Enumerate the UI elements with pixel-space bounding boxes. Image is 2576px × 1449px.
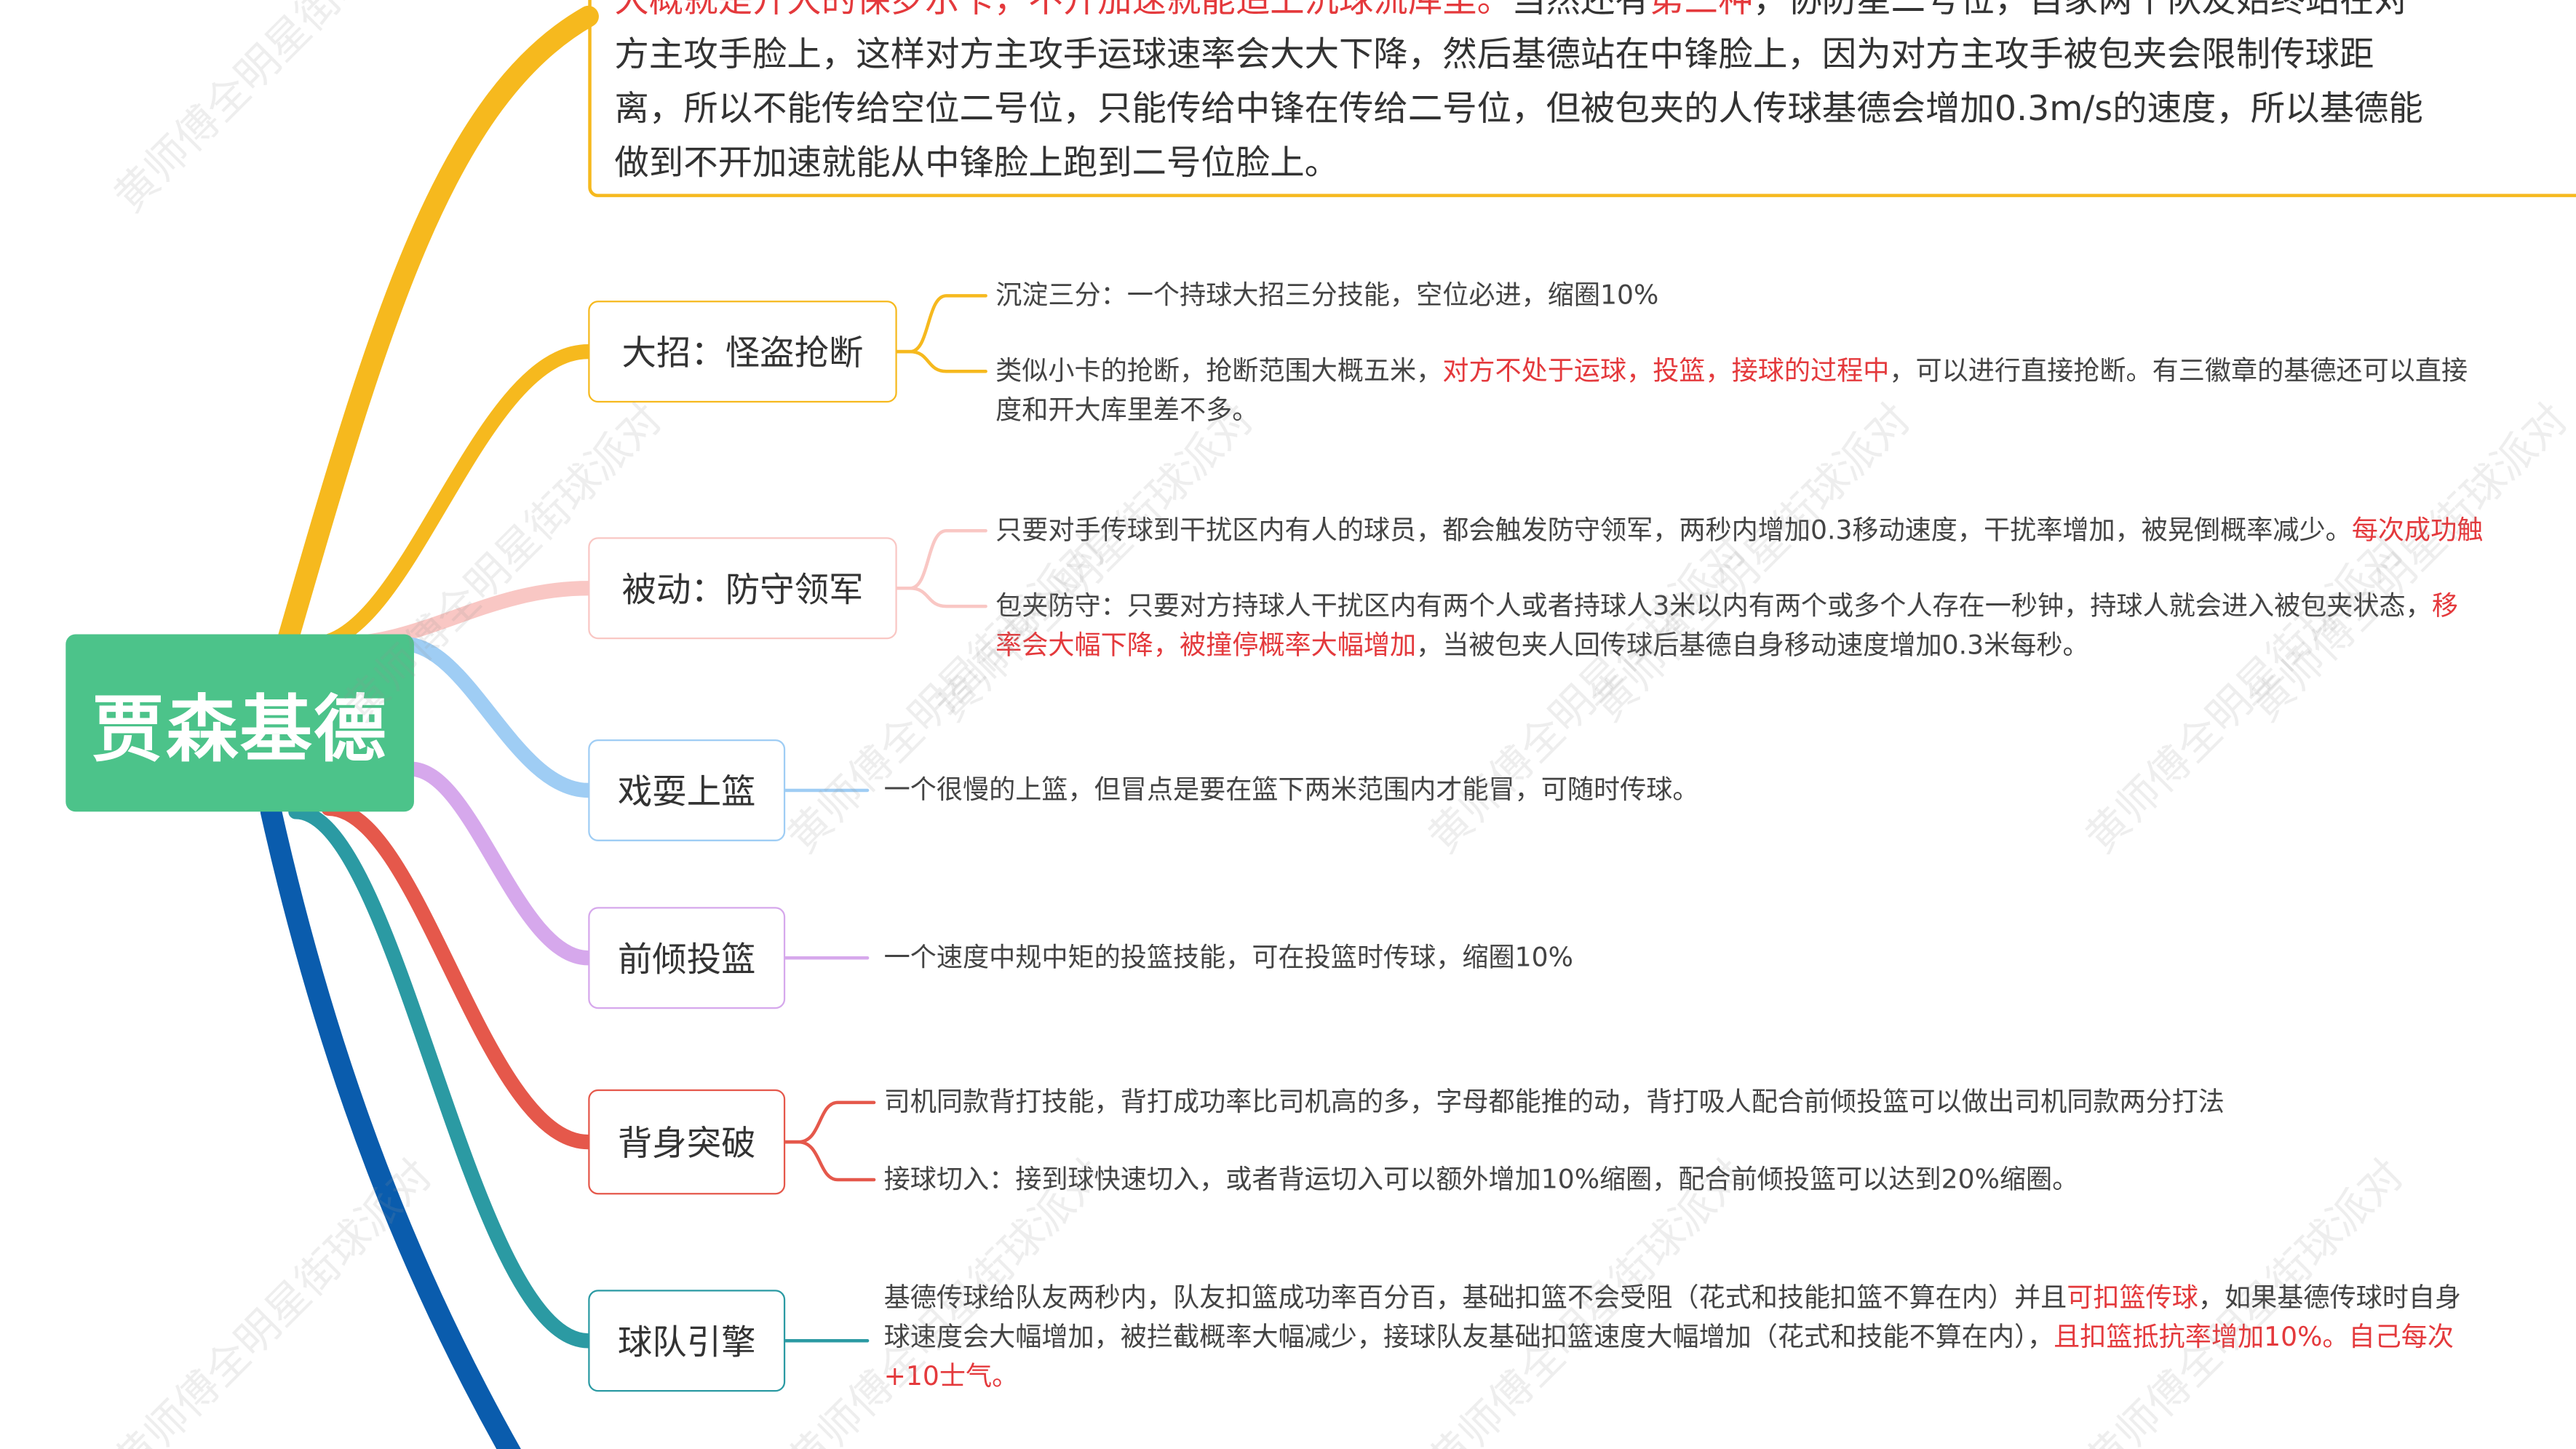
highlight-text: 第三种	[1649, 0, 1753, 20]
branch-label: 背身突破	[617, 1124, 756, 1164]
branch-edge-top-note	[277, 5, 599, 652]
leaf-note[interactable]: 司机同款背打技能，背打成功率比司机高的多，字母都能推的动，背打吸人配合前倾投篮可…	[884, 1083, 2225, 1122]
leaf-note-line: 类似小卡的抢断，抢断范围大概五米，对方不处于运球，投篮，接球的过程中，可以进行直…	[995, 352, 2468, 391]
highlight-text: 大概就是开大的保罗示卡，不开加速就能追上沉球流库里。	[614, 0, 1512, 20]
branch-label: 戏耍上篮	[617, 772, 756, 812]
text-run: 只要对手传球到干扰区内有人的球员，都会触发防守领军，两秒内增加0.3移动速度，干…	[995, 514, 2352, 546]
text-run: 司机同款背打技能，背打成功率比司机高的多，字母都能推的动，背打吸人配合前倾投篮可…	[883, 1086, 2225, 1118]
leaf-note-line: +10士气。	[884, 1357, 2461, 1397]
leaf-note-line: 一个速度中规中矩的投篮技能，可在投篮时传球，缩圈10%	[884, 938, 1573, 977]
leaf-note[interactable]: 接球切入：接到球快速切入，或者背运切入可以额外增加10%缩圈，配合前倾投篮可以达…	[884, 1160, 2079, 1199]
text-run: ，可以进行直接抢断。有三徽章的基德还可以直接	[1889, 354, 2468, 386]
leaf-connector	[783, 1100, 876, 1144]
text-run: 方主攻手脸上，这样对方主攻手运球速率会大大下降，然后基德站在中锋脸上，因为对方主…	[614, 34, 2374, 74]
highlight-text: 可扣篮传球	[2067, 1282, 2198, 1313]
branch-node[interactable]: 大招：怪盗抢断	[588, 301, 897, 403]
branch-node[interactable]: 被动：防守领军	[588, 537, 897, 640]
text-run: 球速度会大幅增加，被拦截概率大幅减少，接球队友基础扣篮速度大幅增加（花式和技能不…	[883, 1321, 2054, 1353]
branch-label: 大招：怪盗抢断	[621, 333, 864, 373]
leaf-connector	[895, 349, 987, 373]
text-run: 基德传球给队友两秒内，队友扣篮成功率百分百，基础扣篮不会受阻（花式和技能扣篮不算…	[883, 1282, 2067, 1313]
leaf-note-line: 包夹防守：只要对方持球人干扰区内有两个人或者持球人3米以内有两个或多个人存在一秒…	[995, 587, 2458, 626]
branch-edge	[321, 801, 596, 1150]
text-run: ，协防星二号位，自家两个队友始终站在对	[1752, 0, 2409, 20]
text-run: 包夹防守：只要对方持球人干扰区内有两个人或者持球人3米以内有两个或多个人存在一秒…	[995, 589, 2432, 622]
highlight-text: 对方不处于运球，投篮，接球的过程中	[1442, 354, 1890, 386]
text-run: 离，所以不能传给空位二号位，只能传给中锋在传给二号位，但被包夹的人传球基德会增加…	[614, 88, 2423, 129]
branch-node[interactable]: 戏耍上篮	[588, 739, 786, 841]
leaf-note[interactable]: 基德传球给队友两秒内，队友扣篮成功率百分百，基础扣篮不会受阻（花式和技能扣篮不算…	[884, 1278, 2461, 1397]
root-title: 贾森基德	[92, 688, 388, 773]
text-run: 接球切入：接到球快速切入，或者背运切入可以额外增加10%缩圈，配合前倾投篮可以达…	[883, 1163, 2079, 1195]
leaf-connector	[783, 1140, 876, 1182]
branch-label: 被动：防守领军	[621, 570, 864, 610]
text-run: 一个速度中规中矩的投篮技能，可在投篮时传球，缩圈10%	[883, 941, 1573, 973]
highlight-text: 且扣篮抵抗率增加10%。自己每次	[2054, 1321, 2454, 1353]
leaf-note[interactable]: 类似小卡的抢断，抢断范围大概五米，对方不处于运球，投篮，接球的过程中，可以进行直…	[995, 352, 2468, 430]
leaf-note-line: 率会大幅下降，被撞停概率大幅增加，当被包夹人回传球后基德自身移动速度增加0.3米…	[995, 626, 2458, 665]
branch-node[interactable]: 前倾投篮	[588, 907, 786, 1009]
text-run: 当然还有	[1511, 0, 1650, 20]
leaf-note-line: 司机同款背打技能，背打成功率比司机高的多，字母都能推的动，背打吸人配合前倾投篮可…	[884, 1083, 2225, 1122]
leaf-note[interactable]: 沉淀三分：一个持球大招三分技能，空位必进，缩圈10%	[995, 276, 1658, 315]
leaf-note-line: 球速度会大幅增加，被拦截概率大幅减少，接球队友基础扣篮速度大幅增加（花式和技能不…	[884, 1318, 2461, 1357]
text-run: 做到不开加速就能从中锋脸上跑到二号位脸上。	[614, 143, 1340, 183]
text-run: 一个很慢的上篮，但冒点是要在篮下两米范围内才能冒，可随时传球。	[883, 774, 1699, 806]
top-note-line: 方主攻手脸上，这样对方主攻手运球速率会大大下降，然后基德站在中锋脸上，因为对方主…	[614, 28, 2576, 82]
leaf-note[interactable]: 包夹防守：只要对方持球人干扰区内有两个人或者持球人3米以内有两个或多个人存在一秒…	[995, 587, 2458, 665]
text-run: 沉淀三分：一个持球大招三分技能，空位必进，缩圈10%	[995, 279, 1659, 311]
text-run: 类似小卡的抢断，抢断范围大概五米，	[995, 354, 1443, 386]
leaf-note[interactable]: 一个速度中规中矩的投篮技能，可在投篮时传球，缩圈10%	[884, 938, 1573, 977]
root-node[interactable]: 贾森基德	[65, 634, 414, 812]
branch-label: 球队引擎	[617, 1322, 756, 1362]
leaf-note[interactable]: 一个很慢的上篮，但冒点是要在篮下两米范围内才能冒，可随时传球。	[884, 771, 1699, 810]
branch-node[interactable]: 球队引擎	[588, 1290, 786, 1392]
leaf-note-line: 度和开大库里差不多。	[995, 391, 2468, 430]
text-run: 度和开大库里差不多。	[995, 394, 1259, 426]
text-run: ，当被包夹人回传球后基德自身移动速度增加0.3米每秒。	[1416, 629, 2089, 661]
leaf-connector	[895, 586, 987, 608]
leaf-note[interactable]: 只要对手传球到干扰区内有人的球员，都会触发防守领军，两秒内增加0.3移动速度，干…	[995, 511, 2483, 550]
leaf-connector	[895, 294, 987, 354]
leaf-note-line: 只要对手传球到干扰区内有人的球员，都会触发防守领军，两秒内增加0.3移动速度，干…	[995, 511, 2483, 550]
leaf-note-line: 接球切入：接到球快速切入，或者背运切入可以额外增加10%缩圈，配合前倾投篮可以达…	[884, 1160, 2079, 1199]
highlight-text: 率会大幅下降，被撞停概率大幅增加	[995, 629, 1417, 661]
top-note-line: 做到不开加速就能从中锋脸上跑到二号位脸上。	[614, 136, 2576, 191]
highlight-text: +10士气。	[883, 1360, 1019, 1392]
leaf-connector	[895, 528, 987, 590]
leaf-note-line: 基德传球给队友两秒内，队友扣篮成功率百分百，基础扣篮不会受阻（花式和技能扣篮不算…	[884, 1278, 2461, 1317]
leaf-note-line: 沉淀三分：一个持球大招三分技能，空位必进，缩圈10%	[995, 276, 1658, 315]
top-note-line: 离，所以不能传给空位二号位，只能传给中锋在传给二号位，但被包夹的人传球基德会增加…	[614, 82, 2576, 137]
text-run: ，如果基德传球时自身	[2198, 1282, 2462, 1313]
top-note-text: 大概就是开大的保罗示卡，不开加速就能追上沉球流库里。当然还有第三种，协防星二号位…	[614, 0, 2576, 191]
top-note-line: 大概就是开大的保罗示卡，不开加速就能追上沉球流库里。当然还有第三种，协防星二号位…	[614, 0, 2576, 28]
highlight-text: 移	[2431, 589, 2458, 622]
branch-edge-offscreen	[260, 801, 521, 1449]
highlight-text: 每次成功触	[2351, 514, 2484, 546]
branch-label: 前倾投篮	[617, 940, 756, 980]
leaf-note-line: 一个很慢的上篮，但冒点是要在篮下两米范围内才能冒，可随时传球。	[884, 771, 1699, 810]
mindmap-canvas: 大概就是开大的保罗示卡，不开加速就能追上沉球流库里。当然还有第三种，协防星二号位…	[0, 0, 2576, 1449]
branch-node[interactable]: 背身突破	[588, 1089, 786, 1195]
